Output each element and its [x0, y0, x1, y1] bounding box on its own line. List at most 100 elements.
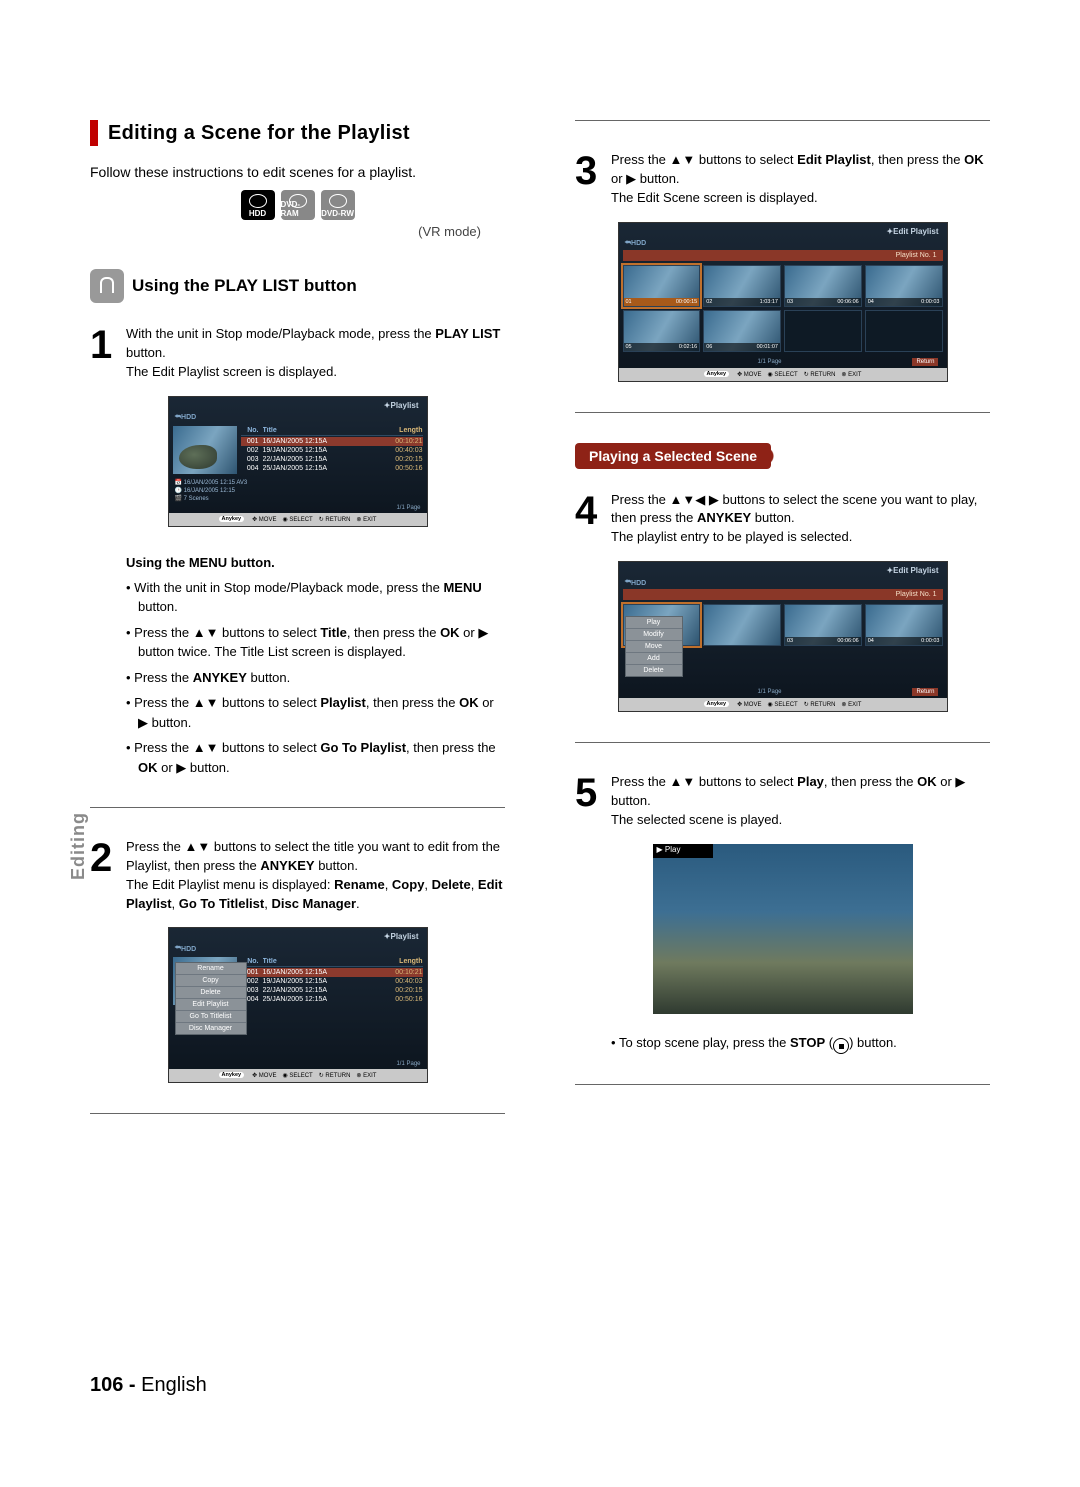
playlist-button-icon	[90, 269, 124, 303]
t: 03	[787, 299, 793, 305]
step-body: With the unit in Stop mode/Playback mode…	[126, 325, 505, 382]
t: , then press the	[406, 740, 496, 755]
hdd-icon: HDD	[241, 190, 275, 220]
osd-title: Playlist	[390, 932, 418, 941]
t: SELECT	[774, 372, 797, 378]
t: Anykey	[219, 1072, 245, 1078]
t: SELECT	[289, 517, 312, 523]
t: RETURN	[325, 1073, 350, 1079]
menu-item: Rename	[176, 963, 246, 974]
step-3: 3 Press the ▲▼ buttons to select Edit Pl…	[575, 151, 990, 208]
t: With the unit in Stop mode/Playback mode…	[126, 326, 435, 341]
t: , then press the	[366, 695, 459, 710]
t: 00:06:06	[837, 299, 858, 305]
divider	[575, 742, 990, 743]
menu-item: Edit Playlist	[176, 998, 246, 1010]
t: RETURN	[810, 702, 835, 708]
t: 05	[626, 344, 632, 350]
t: 00:01:07	[757, 344, 778, 350]
t: ANYKEY	[260, 858, 314, 873]
t: , then press the	[347, 625, 440, 640]
menu-item: Disc Manager	[176, 1022, 246, 1034]
t: Playlist No. 1	[896, 591, 937, 598]
osd-title: Edit Playlist	[893, 566, 938, 575]
t: ANYKEY	[697, 510, 751, 525]
t: With the unit in Stop mode/Playback mode…	[134, 580, 443, 595]
t: 002	[241, 447, 259, 454]
media-icon-row: HDD DVD-RAM DVD-RW	[90, 190, 505, 220]
t: Go To Playlist	[320, 740, 406, 755]
t: 25/JAN/2005 12:15A	[263, 996, 385, 1003]
t: PLAY LIST	[435, 326, 500, 341]
t: SELECT	[289, 1073, 312, 1079]
osd-table: No.TitleLength 00116/JAN/2005 12:15A00:1…	[241, 426, 423, 474]
t: Title	[263, 427, 385, 434]
t: OK	[917, 774, 937, 789]
play-badge: ▶ Play	[657, 845, 681, 854]
t: Play	[797, 774, 824, 789]
t: 1/1 Page	[169, 505, 427, 513]
divider	[575, 412, 990, 413]
t: 00:40:03	[389, 978, 423, 985]
t: 004	[241, 465, 259, 472]
t: Anykey	[704, 371, 730, 377]
t: 001	[241, 438, 259, 445]
section-title-row: Editing a Scene for the Playlist	[90, 120, 505, 146]
t: 06	[706, 344, 712, 350]
menu-item: Go To Titlelist	[176, 1010, 246, 1022]
thumbnail-icon	[173, 426, 237, 474]
step-4: 4 Press the ▲▼◀ ▶ buttons to select the …	[575, 491, 990, 548]
divider	[90, 1113, 505, 1114]
t: The playlist entry to be played is selec…	[611, 529, 852, 544]
menu-heading: Using the MENU button.	[126, 555, 505, 570]
menu-item: Add	[626, 652, 682, 664]
t: OK	[440, 625, 460, 640]
osd-edit-scene-grid: ✦ Edit Playlist ⮪ HDD Playlist No. 1 010…	[618, 222, 948, 382]
t: 00:00:15	[676, 299, 697, 305]
t: 1/1 Page	[169, 1061, 427, 1069]
t: The selected scene is played.	[611, 812, 782, 827]
t: RETURN	[325, 517, 350, 523]
t: button.	[138, 599, 178, 614]
t: 01	[626, 299, 632, 305]
playback-photo: ▶ Play	[653, 844, 913, 1014]
t: HDD	[181, 414, 196, 421]
t: button.	[315, 858, 358, 873]
t: 16/JAN/2005 12:15A	[263, 969, 385, 976]
step-number: 4	[575, 491, 611, 548]
t: ,	[424, 877, 431, 892]
t: MOVE	[744, 372, 762, 378]
step-number: 5	[575, 773, 611, 830]
t: To stop scene play, press the	[619, 1035, 790, 1050]
left-column: Editing a Scene for the Playlist Follow …	[90, 120, 505, 1144]
t: 04	[868, 299, 874, 305]
t: The Edit Scene screen is displayed.	[611, 190, 818, 205]
t: 04	[868, 638, 874, 644]
osd-footer: Anykey ✥ MOVE ◉ SELECT ↻ RETURN ⊗ EXIT	[169, 1069, 427, 1082]
step-body: Press the ▲▼◀ ▶ buttons to select the sc…	[611, 491, 990, 548]
divider	[575, 120, 990, 121]
t: , then press the	[871, 152, 964, 167]
step-2: 2 Press the ▲▼ buttons to select the tit…	[90, 838, 505, 913]
t: 00:20:15	[389, 987, 423, 994]
t: 00:50:16	[389, 996, 423, 1003]
t: 7 Scenes	[184, 496, 209, 502]
t: 22/JAN/2005 12:15A	[263, 987, 385, 994]
t: Playlist	[320, 695, 366, 710]
t: MENU	[443, 580, 481, 595]
t: Press the ▲▼ buttons to select	[611, 774, 797, 789]
dvd-ram-icon: DVD-RAM	[281, 190, 315, 220]
t: No.	[241, 427, 259, 434]
step-number: 3	[575, 151, 611, 208]
context-menu: Play Modify Move Add Delete	[625, 616, 683, 677]
page-number: 106 -	[90, 1374, 141, 1396]
menu-bullets: • With the unit in Stop mode/Playback mo…	[126, 578, 505, 778]
osd-title: Playlist	[390, 401, 418, 410]
t: OK	[964, 152, 984, 167]
t: Playlist No. 1	[896, 252, 937, 259]
t: EXIT	[848, 702, 861, 708]
menu-item: Copy	[176, 974, 246, 986]
step-1: 1 With the unit in Stop mode/Playback mo…	[90, 325, 505, 382]
t: Return	[912, 358, 938, 366]
page-footer: 106 - English	[90, 1374, 207, 1397]
